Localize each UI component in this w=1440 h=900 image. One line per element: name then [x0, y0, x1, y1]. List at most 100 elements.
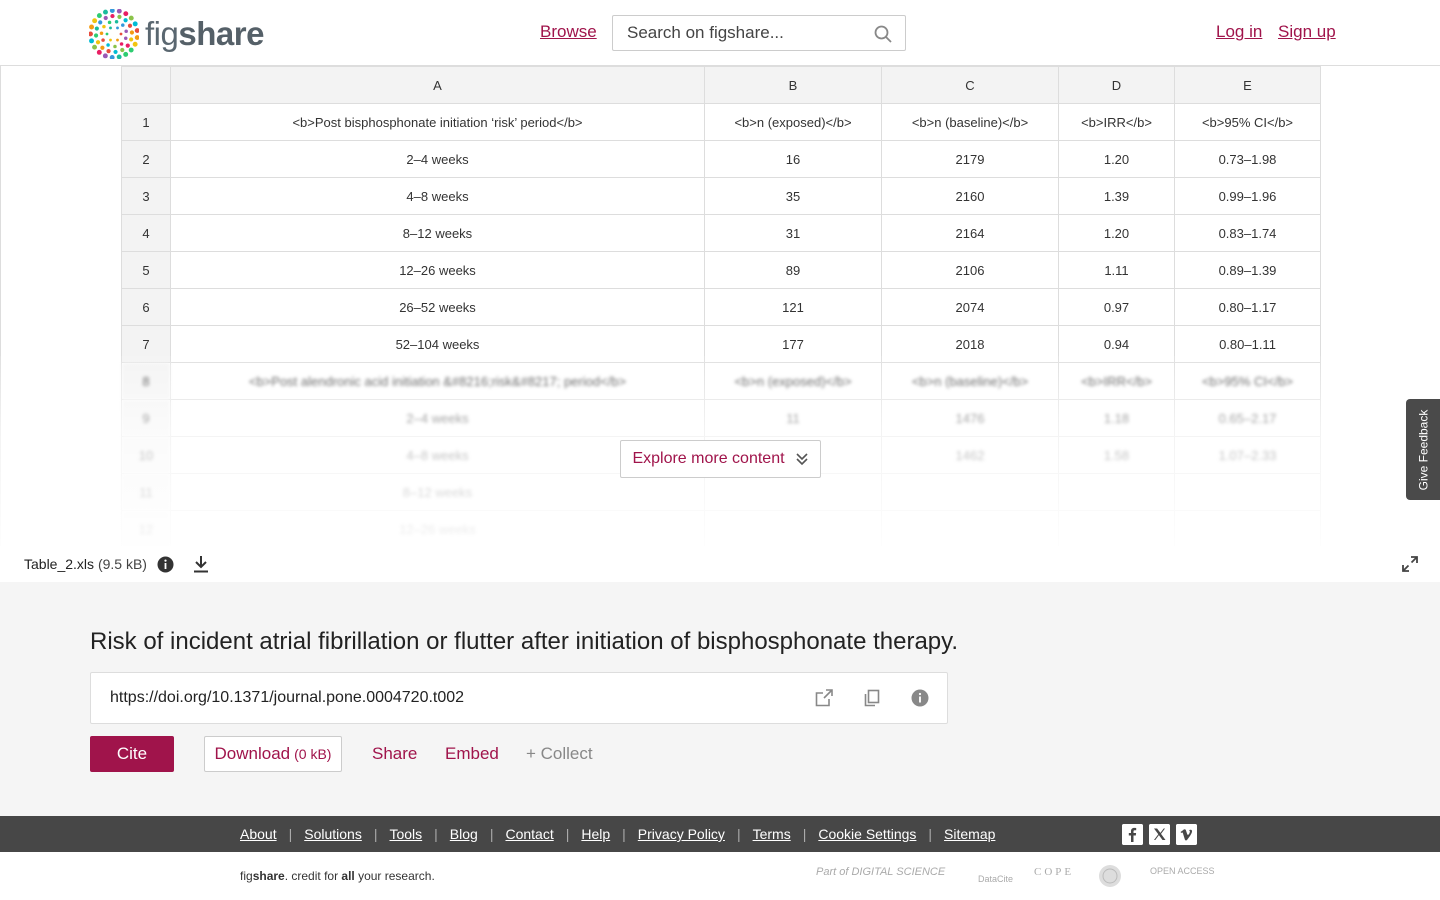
cell-a: 52–104 weeks [170, 325, 705, 363]
footer-bottom: figshare. credit for all your research. … [0, 852, 1440, 900]
cell-e [1174, 473, 1321, 511]
share-button[interactable]: Share [372, 744, 417, 764]
cite-button[interactable]: Cite [90, 736, 174, 772]
footer-nav: About | Solutions | Tools | Blog | Contact | Help |… [0, 816, 1440, 852]
cell-b: 11 [704, 399, 882, 437]
cell-e [1174, 510, 1321, 546]
logo-dot [127, 23, 133, 28]
figshare-logo-mark-icon [89, 9, 139, 59]
cell-c: 1476 [881, 399, 1059, 437]
login-link[interactable]: Log in [1216, 22, 1262, 42]
logo-dot [117, 14, 122, 19]
cell-c: 2160 [881, 177, 1059, 215]
logo-dot [129, 37, 134, 42]
table-row: 8 <b>Post alendronic acid initiation &#82… [121, 362, 1321, 400]
download-icon[interactable] [192, 555, 210, 573]
column-header-d: D [1058, 66, 1175, 104]
double-chevron-down-icon [795, 453, 808, 466]
table-row: 1 <b>Post bisphosphonate initiation ‘risk… [121, 103, 1321, 141]
logo-dot [132, 21, 138, 27]
cell-a: 4–8 weeks [170, 177, 705, 215]
logo-dot [120, 47, 125, 53]
footer-separator: | [434, 826, 438, 842]
open-access-logo[interactable]: OPEN ACCESS [1150, 866, 1215, 876]
file-info-icon[interactable] [157, 556, 174, 573]
cell-e: 0.80–1.17 [1174, 288, 1321, 326]
footer-link-cookie-settings[interactable]: Cookie Settings [818, 826, 916, 842]
logo-dot [95, 40, 101, 45]
cell-e: 0.83–1.74 [1174, 214, 1321, 252]
footer-separator: | [802, 826, 807, 842]
footer-link-solutions[interactable]: Solutions [304, 826, 362, 842]
logo-dot [123, 51, 129, 57]
logo-dot [121, 23, 125, 27]
copy-icon[interactable] [863, 689, 881, 707]
partner-seal-icon[interactable] [1098, 864, 1122, 888]
logo-dot [102, 53, 108, 59]
cell-a: <b>Post alendronic acid initiation &#821… [170, 362, 705, 400]
cell-d: 0.97 [1058, 288, 1175, 326]
fullscreen-expand-icon[interactable] [1402, 556, 1418, 572]
cell-a: <b>Post bisphosphonate initiation ‘risk’… [170, 103, 705, 141]
footer-link-contact[interactable]: Contact [505, 826, 553, 842]
footer-link-terms[interactable]: Terms [753, 826, 791, 842]
logo-dot [92, 44, 97, 50]
cell-c: 1462 [881, 436, 1059, 474]
table-row: 7 52–104 weeks 177 2018 0.94 0.80–1.11 [121, 325, 1321, 363]
footer-link-about[interactable]: About [240, 826, 277, 842]
file-bar: Table_2.xls (9.5 kB) [0, 546, 1440, 582]
signup-link[interactable]: Sign up [1278, 22, 1336, 42]
table-row: 3 4–8 weeks 35 2160 1.39 0.99–1.96 [121, 177, 1321, 215]
download-button[interactable]: Download (0 kB) [204, 736, 342, 772]
footer-link-sitemap[interactable]: Sitemap [944, 826, 995, 842]
cell-a: 8–12 weeks [170, 473, 705, 511]
row-number: 8 [121, 362, 171, 400]
vimeo-icon[interactable] [1176, 824, 1197, 845]
search-box[interactable] [612, 15, 906, 51]
give-feedback-tab[interactable]: Give Feedback [1406, 399, 1440, 500]
cell-b: 121 [704, 288, 882, 326]
doi-info-icon[interactable] [911, 689, 929, 707]
doi-link[interactable]: https://doi.org/10.1371/journal.pone.000… [110, 689, 464, 707]
footer-separator: | [565, 826, 570, 842]
search-input[interactable] [627, 23, 867, 43]
logo-dot [116, 38, 119, 42]
table-row: 9 2–4 weeks 11 1476 1.18 0.65–2.17 [121, 399, 1321, 437]
cell-a: 12–26 weeks [170, 510, 705, 546]
explore-more-label: Explore more content [632, 450, 785, 467]
external-link-icon[interactable] [815, 689, 833, 707]
footer-link-blog[interactable]: Blog [450, 826, 478, 842]
item-metadata: Risk of incident atrial fibrillation or … [0, 582, 1440, 816]
logo-dot [134, 35, 139, 41]
cell-d: 1.20 [1058, 214, 1175, 252]
browse-link[interactable]: Browse [540, 22, 597, 42]
footer-link-privacy-policy[interactable]: Privacy Policy [638, 826, 725, 842]
collect-button[interactable]: + Collect [526, 744, 593, 764]
cope-logo[interactable]: COPE [1034, 866, 1074, 878]
cell-b: 16 [704, 140, 882, 178]
cell-a: 2–4 weeks [170, 140, 705, 178]
footer-link-tools[interactable]: Tools [389, 826, 422, 842]
search-icon[interactable] [873, 24, 893, 44]
cell-c: 2018 [881, 325, 1059, 363]
explore-more-button[interactable]: Explore more content [620, 440, 821, 478]
corner-cell [121, 66, 171, 104]
cell-b: 35 [704, 177, 882, 215]
x-twitter-icon[interactable] [1149, 824, 1170, 845]
logo-dot [123, 36, 128, 41]
logo-dot [98, 20, 103, 25]
facebook-icon[interactable] [1122, 824, 1143, 845]
logo-dot [89, 24, 95, 30]
column-header-b: B [704, 66, 882, 104]
file-name: Table_2.xls (9.5 kB) [24, 556, 147, 572]
digital-science-logo[interactable]: Part of DIGITAL SCIENCE [816, 866, 945, 878]
table-row: 6 26–52 weeks 121 2074 0.97 0.80–1.17 [121, 288, 1321, 326]
datacite-logo[interactable]: DataCite [978, 874, 1013, 884]
cell-e: <b>95% CI</b> [1174, 103, 1321, 141]
row-number: 3 [121, 177, 171, 215]
figshare-logo[interactable]: figshare [89, 8, 264, 60]
file-preview-viewer[interactable]: A B C D E 1 <b>Post bisphosphonate initia… [0, 66, 1440, 546]
embed-button[interactable]: Embed [445, 744, 499, 764]
footer-link-help[interactable]: Help [581, 826, 610, 842]
cell-b: 31 [704, 214, 882, 252]
